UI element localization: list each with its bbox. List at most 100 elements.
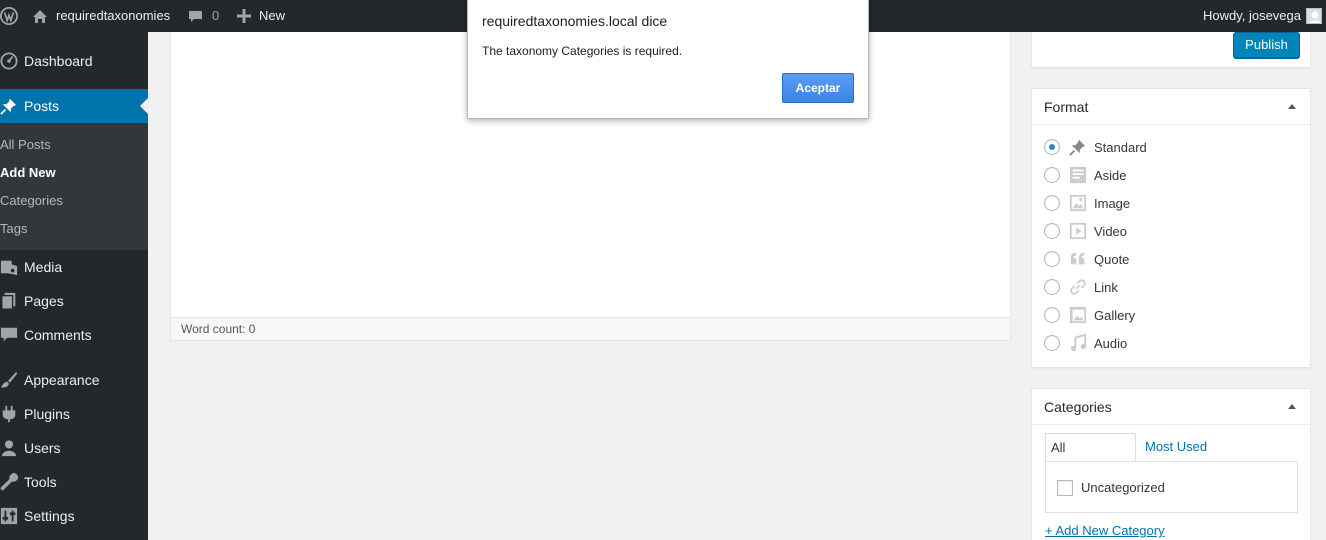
radio-quote[interactable] <box>1044 251 1060 267</box>
sidebar-item-pages[interactable]: Pages <box>0 284 148 318</box>
format-option-video[interactable]: Video <box>1044 221 1127 241</box>
checkbox-uncategorized[interactable] <box>1057 480 1073 496</box>
word-count: Word count: 0 <box>171 317 1010 340</box>
publish-box: Publish <box>1031 32 1311 68</box>
sidebar-item-label: Users <box>24 440 61 456</box>
site-name-link[interactable]: requiredtaxonomies <box>32 0 170 32</box>
sidebar-item-label: Appearance <box>24 372 100 388</box>
sidebar-item-label: Plugins <box>24 406 70 422</box>
format-box-header[interactable]: Format <box>1032 89 1310 125</box>
format-option-link[interactable]: Link <box>1044 277 1118 297</box>
sidebar-item-comments[interactable]: Comments <box>0 318 148 352</box>
categories-box-title: Categories <box>1044 399 1112 415</box>
sidebar-item-tools[interactable]: Tools <box>0 465 148 499</box>
wrench-icon <box>0 472 22 492</box>
howdy-text: Howdy, josevega <box>1202 8 1301 23</box>
collapse-arrow-icon[interactable] <box>1288 104 1296 109</box>
submenu-add-new[interactable]: Add New <box>0 165 56 180</box>
radio-gallery[interactable] <box>1044 307 1060 323</box>
sidebar-item-dashboard[interactable]: Dashboard <box>0 44 148 78</box>
format-box: Format Standard Aside Image Video Quote … <box>1031 88 1311 368</box>
settings-icon <box>0 506 22 526</box>
category-checklist: Uncategorized <box>1045 461 1298 513</box>
sidebar-item-label: Comments <box>24 327 92 343</box>
collapse-arrow-icon[interactable] <box>1288 404 1296 409</box>
sidebar-item-plugins[interactable]: Plugins <box>0 397 148 431</box>
users-icon <box>0 438 22 458</box>
sidebar-item-settings[interactable]: Settings <box>0 499 148 533</box>
plugin-icon <box>0 404 22 424</box>
submenu-categories[interactable]: Categories <box>0 193 63 208</box>
quote-icon <box>1068 249 1088 269</box>
tab-all-categories[interactable]: All Categories <box>1045 433 1136 483</box>
sidebar-item-label: Dashboard <box>24 53 93 69</box>
format-option-audio[interactable]: Audio <box>1044 333 1127 353</box>
format-label: Aside <box>1094 167 1127 183</box>
brush-icon <box>0 370 22 390</box>
sidebar-item-appearance[interactable]: Appearance <box>0 363 148 397</box>
gallery-icon <box>1068 305 1088 325</box>
format-box-title: Format <box>1044 99 1089 115</box>
format-option-standard[interactable]: Standard <box>1044 137 1147 157</box>
sidebar-item-users[interactable]: Users <box>0 431 148 465</box>
format-label: Image <box>1094 195 1131 211</box>
dialog-title: requiredtaxonomies.local dice <box>482 13 668 29</box>
format-option-aside[interactable]: Aside <box>1044 165 1127 185</box>
category-label: Uncategorized <box>1081 480 1165 495</box>
format-label: Link <box>1094 279 1118 295</box>
format-option-gallery[interactable]: Gallery <box>1044 305 1135 325</box>
video-icon <box>1068 221 1088 241</box>
admin-sidebar: Dashboard Posts All Posts Add New Catego… <box>0 32 148 540</box>
format-label: Audio <box>1094 335 1128 351</box>
format-label: Gallery <box>1094 307 1136 323</box>
radio-standard[interactable] <box>1044 139 1060 155</box>
site-name: requiredtaxonomies <box>56 8 171 23</box>
new-label: New <box>259 8 286 23</box>
accept-button[interactable]: Aceptar <box>782 73 854 103</box>
format-option-quote[interactable]: Quote <box>1044 249 1129 269</box>
new-content-link[interactable]: New <box>237 0 285 32</box>
home-icon <box>32 9 48 24</box>
link-icon <box>1068 277 1088 297</box>
publish-button[interactable]: Publish <box>1233 32 1300 58</box>
sidebar-item-media[interactable]: Media <box>0 250 148 284</box>
categories-box-header[interactable]: Categories <box>1032 389 1310 425</box>
format-option-image[interactable]: Image <box>1044 193 1130 213</box>
my-account-link[interactable]: Howdy, josevega <box>1203 0 1322 32</box>
submenu-all-posts[interactable]: All Posts <box>0 137 51 152</box>
sidebar-item-label: Settings <box>24 508 75 524</box>
sidebar-item-posts[interactable]: Posts <box>0 89 148 123</box>
submenu-tags[interactable]: Tags <box>0 221 27 236</box>
format-label: Video <box>1094 223 1128 239</box>
add-new-category-link[interactable]: + Add New Category <box>1045 523 1165 538</box>
sidebar-item-label: Tools <box>24 474 57 490</box>
format-label: Quote <box>1094 251 1130 267</box>
radio-link[interactable] <box>1044 279 1060 295</box>
tab-most-used[interactable]: Most Used <box>1140 433 1212 463</box>
music-note-icon <box>1068 333 1088 353</box>
dashboard-icon <box>0 51 22 71</box>
aside-icon <box>1068 165 1088 185</box>
comment-bubble-icon <box>188 9 203 24</box>
pin-icon <box>0 96 22 116</box>
sidebar-item-label: Media <box>24 259 63 275</box>
alert-dialog: requiredtaxonomies.local dice The taxono… <box>467 0 869 119</box>
comments-link[interactable]: 0 <box>188 0 219 32</box>
avatar <box>1306 8 1322 24</box>
sidebar-item-label: Pages <box>24 293 64 309</box>
dialog-message: The taxonomy Categories is required. <box>482 44 683 58</box>
pin-icon <box>1068 137 1088 157</box>
pages-icon <box>0 291 22 311</box>
radio-image[interactable] <box>1044 195 1060 211</box>
sidebar-item-label: Posts <box>24 98 60 114</box>
comments-count: 0 <box>212 8 220 23</box>
media-icon <box>0 257 22 277</box>
wordpress-logo-icon[interactable] <box>0 0 18 32</box>
radio-aside[interactable] <box>1044 167 1060 183</box>
image-icon <box>1068 193 1088 213</box>
radio-audio[interactable] <box>1044 335 1060 351</box>
format-label: Standard <box>1094 139 1147 155</box>
comments-icon <box>0 325 22 345</box>
radio-video[interactable] <box>1044 223 1060 239</box>
categories-box: Categories All Categories Most Used Unca… <box>1031 388 1311 540</box>
